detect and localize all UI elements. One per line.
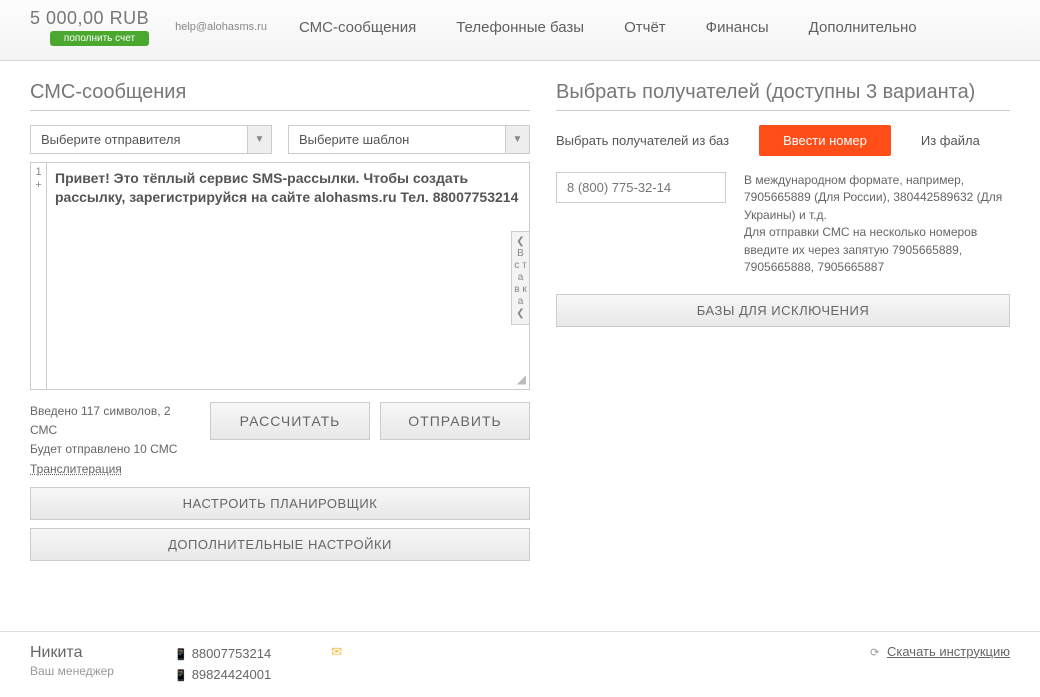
send-button[interactable]: ОТПРАВИТЬ (380, 402, 530, 440)
msg-add-icon[interactable]: + (35, 179, 41, 191)
recipients-title: Выбрать получателей (доступны 3 варианта… (556, 81, 1010, 111)
phone-icon: 📱 (174, 670, 188, 682)
transliteration-link[interactable]: Транслитерация (30, 462, 122, 476)
template-select-label: Выберите шаблон (289, 126, 505, 153)
chevron-down-icon[interactable]: ▼ (505, 126, 529, 153)
phone-2: 89824424001 (192, 667, 272, 682)
template-select[interactable]: Выберите шаблон ▼ (288, 125, 530, 154)
message-counter-strip: 1 + (31, 163, 47, 389)
nav-finance[interactable]: Финансы (706, 19, 769, 36)
balance-amount: 5 000,00 RUB (30, 8, 149, 29)
calculate-button[interactable]: РАССЧИТАТЬ (210, 402, 370, 440)
tab-from-bases[interactable]: Выбрать получателей из баз (556, 133, 729, 148)
nav-report[interactable]: Отчёт (624, 19, 666, 36)
chevron-down-icon[interactable]: ▼ (247, 126, 271, 153)
mail-icon[interactable]: ✉ (331, 644, 342, 660)
support-email[interactable]: help@alohasms.ru (175, 21, 267, 33)
send-count: Будет отправлено 10 СМС (30, 440, 200, 459)
sms-title: СМС-сообщения (30, 81, 530, 111)
phone-input[interactable] (556, 172, 726, 203)
message-box: 1 + ❮ В с т а в к а ❮ ◢ (30, 162, 530, 390)
scheduler-button[interactable]: НАСТРОИТЬ ПЛАНИРОВЩИК (30, 487, 530, 520)
char-count: Введено 117 символов, 2 СМС (30, 402, 200, 440)
manager-role: Ваш менеджер (30, 664, 114, 678)
sender-select-label: Выберите отправителя (31, 126, 247, 153)
download-icon: ⟳ (870, 647, 879, 659)
insert-tab[interactable]: ❮ В с т а в к а ❮ (511, 231, 529, 325)
msg-count: 1 (35, 166, 41, 178)
nav-sms[interactable]: СМС-сообщения (299, 19, 416, 36)
balance-block: 5 000,00 RUB пополнить счет (30, 8, 149, 46)
nav-more[interactable]: Дополнительно (809, 19, 917, 36)
tab-from-file[interactable]: Из файла (921, 133, 980, 148)
tab-enter-number[interactable]: Ввести номер (759, 125, 891, 156)
download-link[interactable]: Скачать инструкцию (887, 644, 1010, 659)
phone-icon: 📱 (174, 649, 188, 661)
manager-name: Никита (30, 644, 114, 662)
manager-block: Никита Ваш менеджер (30, 644, 114, 678)
phone-hint: В международном формате, например, 79056… (744, 172, 1010, 276)
extra-settings-button[interactable]: ДОПОЛНИТЕЛЬНЫЕ НАСТРОЙКИ (30, 528, 530, 561)
phone-1: 88007753214 (192, 646, 272, 661)
nav-bases[interactable]: Телефонные базы (456, 19, 584, 36)
message-textarea[interactable] (47, 163, 529, 389)
sender-select[interactable]: Выберите отправителя ▼ (30, 125, 272, 154)
phone-list: 📱 88007753214 📱 89824424001 (174, 644, 271, 686)
main-nav: СМС-сообщения Телефонные базы Отчёт Фина… (299, 19, 917, 36)
topup-button[interactable]: пополнить счет (50, 31, 149, 46)
exclude-bases-button[interactable]: БАЗЫ ДЛЯ ИСКЛЮЧЕНИЯ (556, 294, 1010, 327)
